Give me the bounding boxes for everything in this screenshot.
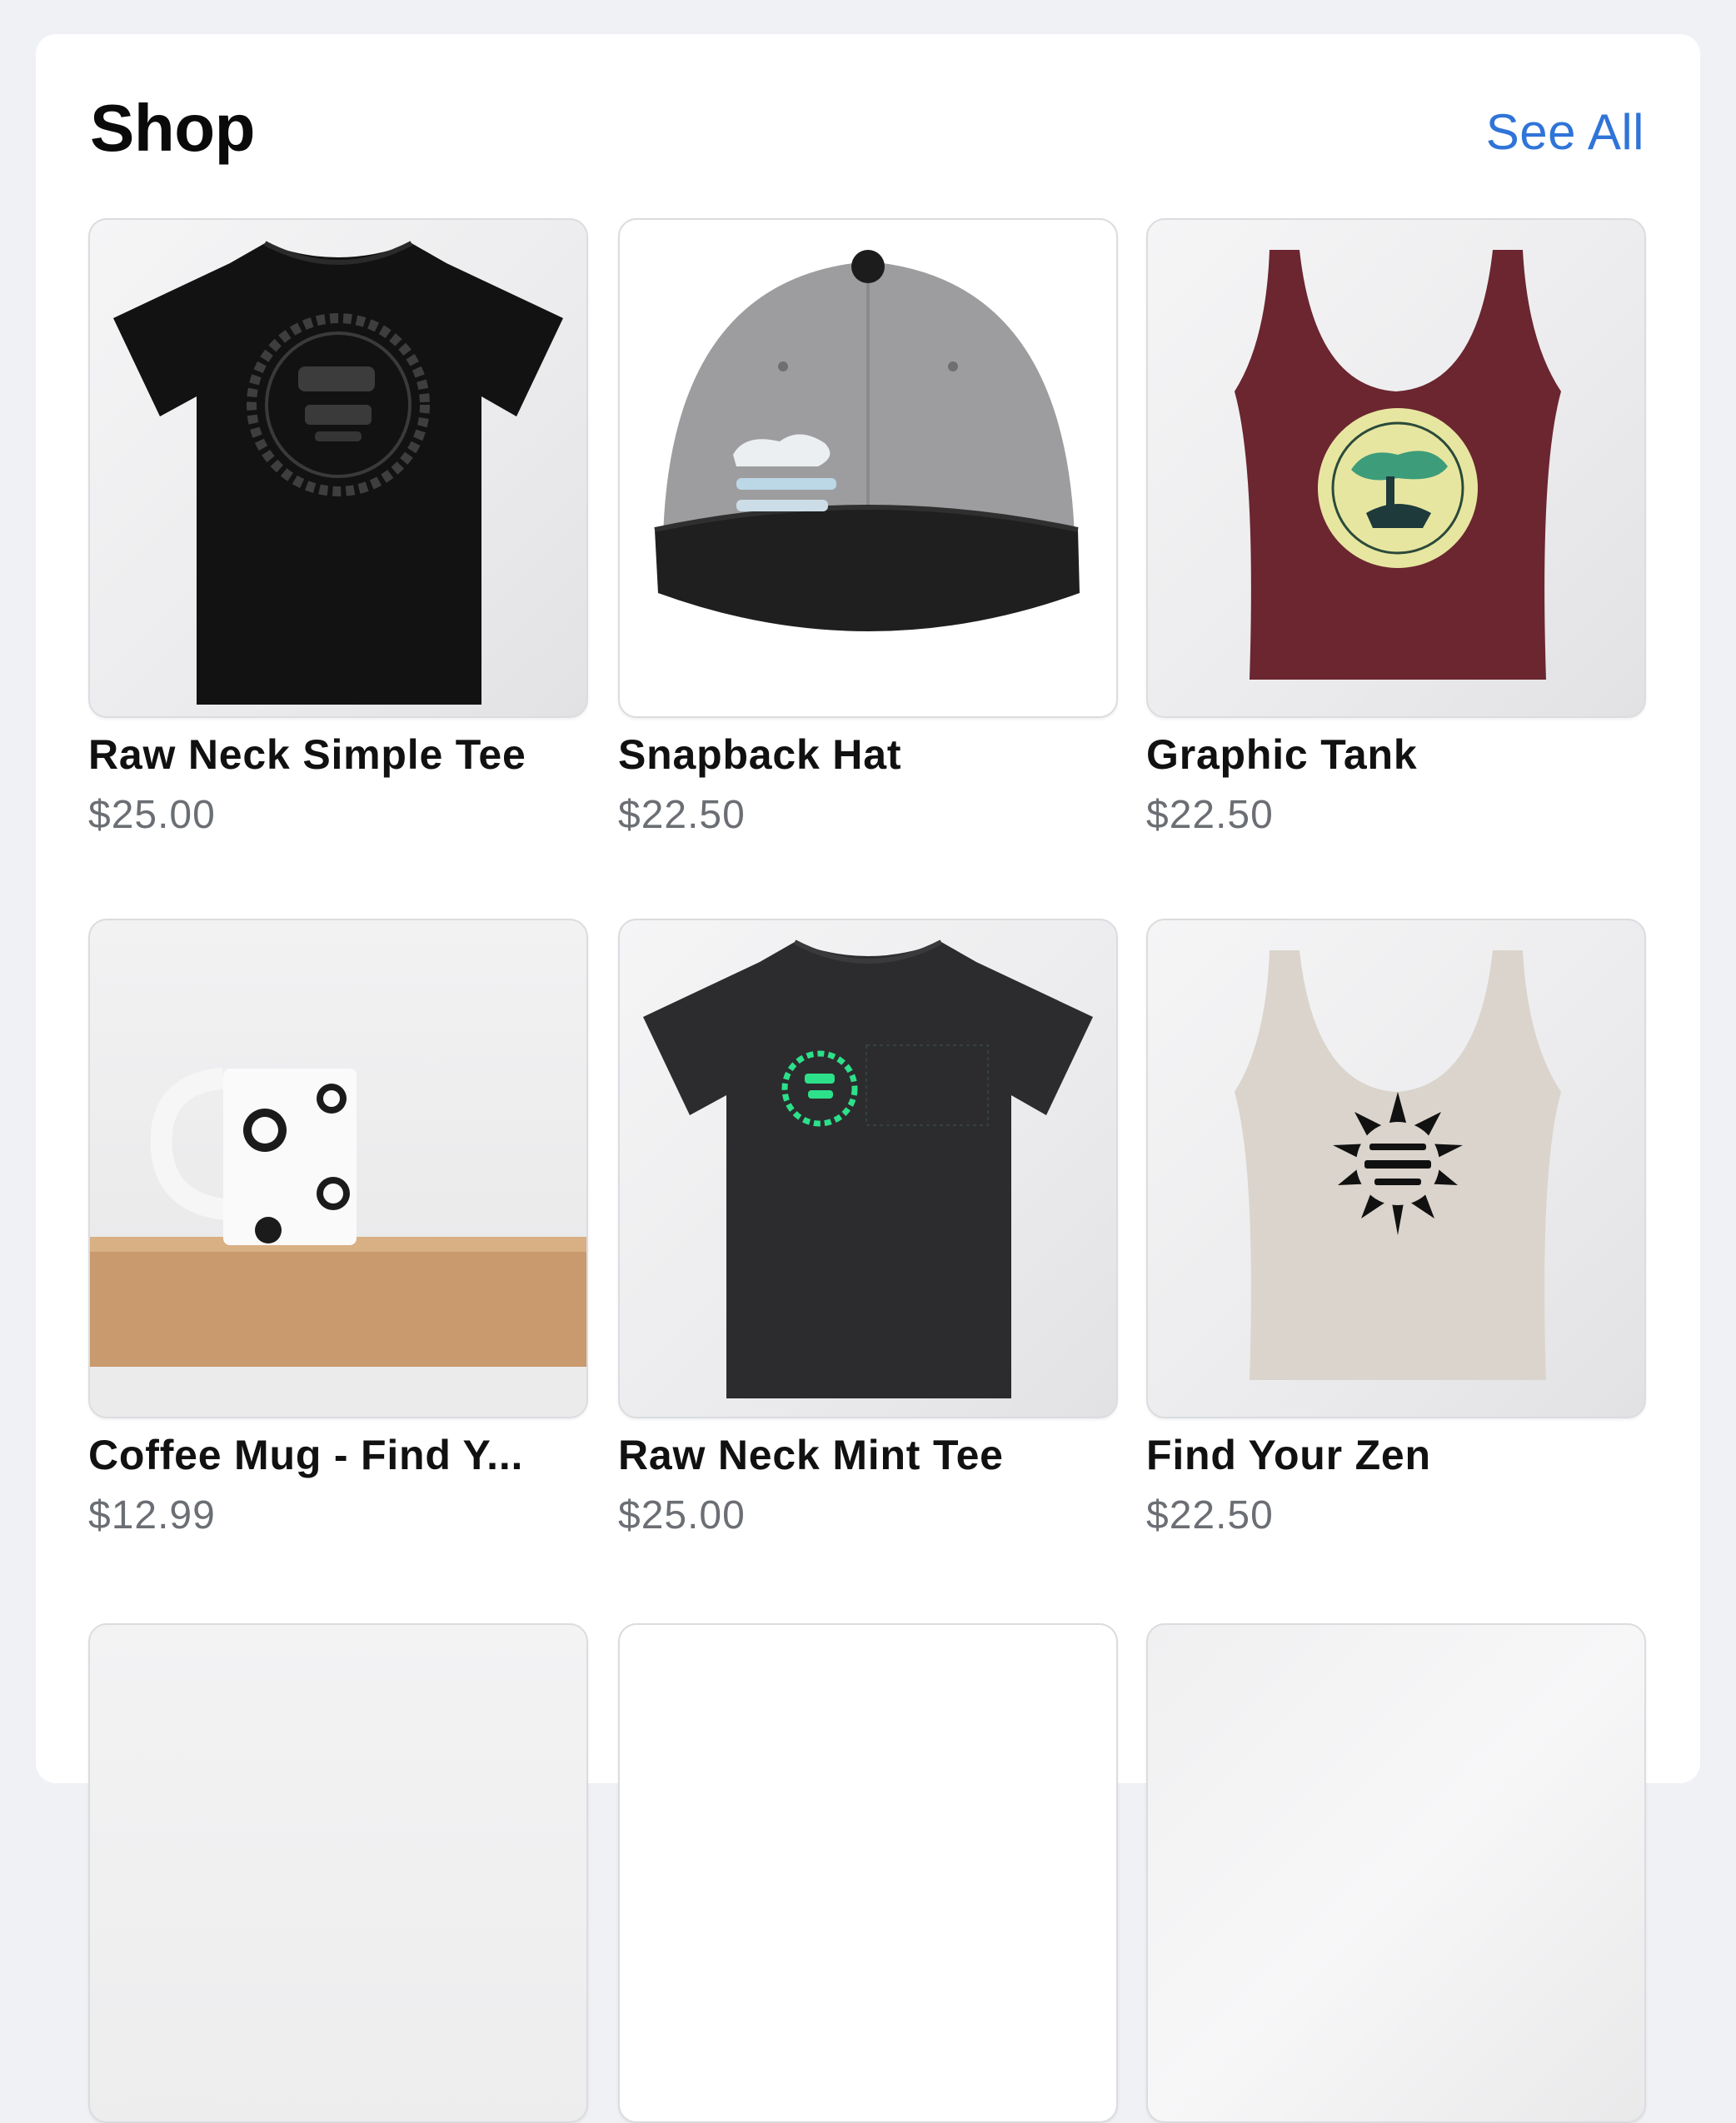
tank-top-icon xyxy=(1235,250,1561,680)
hat-icon xyxy=(654,250,1080,631)
product-image[interactable] xyxy=(618,919,1118,1418)
product-tile[interactable]: Coffee Mug - Find Y... $12.99 xyxy=(88,919,588,1540)
tshirt-icon xyxy=(643,939,1093,1398)
product-price: $25.00 xyxy=(618,1493,746,1537)
tank-top-icon xyxy=(1235,950,1561,1380)
product-image[interactable] xyxy=(1146,919,1646,1418)
product-price: $25.00 xyxy=(88,793,216,837)
product-image[interactable] xyxy=(618,1623,1118,2123)
product-tile[interactable]: Snapback Hat $22.50 xyxy=(618,218,1118,840)
product-tile[interactable] xyxy=(618,1623,1118,2123)
product-price: $22.50 xyxy=(618,793,746,837)
product-image[interactable] xyxy=(1146,218,1646,718)
product-name: Graphic Tank xyxy=(1146,731,1418,778)
product-price: $22.50 xyxy=(1146,1493,1274,1537)
product-price: $22.50 xyxy=(1146,793,1274,837)
product-image[interactable] xyxy=(1146,1623,1646,2123)
product-tile[interactable]: Raw Neck Mint Tee $25.00 xyxy=(618,919,1118,1540)
product-name: Find Your Zen xyxy=(1146,1432,1431,1478)
product-name: Snapback Hat xyxy=(618,731,902,778)
product-image[interactable] xyxy=(618,218,1118,718)
see-all-link[interactable]: See All xyxy=(1486,105,1644,160)
section-title: Shop xyxy=(90,91,255,165)
product-name: Raw Neck Simple Tee xyxy=(88,731,526,778)
product-image[interactable] xyxy=(88,1623,588,2123)
product-price: $12.99 xyxy=(88,1493,216,1537)
product-tile[interactable]: Find Your Zen $22.50 xyxy=(1146,919,1646,1540)
product-name: Coffee Mug - Find Y... xyxy=(88,1432,524,1478)
product-tile[interactable] xyxy=(1146,1623,1646,2123)
product-name: Raw Neck Mint Tee xyxy=(618,1432,1004,1478)
mug-icon xyxy=(90,1068,586,1417)
product-tile[interactable]: Graphic Tank $22.50 xyxy=(1146,218,1646,840)
product-tile[interactable] xyxy=(88,1623,588,2123)
product-tile[interactable]: Raw Neck Simple Tee $25.00 xyxy=(88,218,588,840)
product-image[interactable] xyxy=(88,218,588,718)
tshirt-icon xyxy=(113,241,563,705)
product-image[interactable] xyxy=(88,919,588,1418)
